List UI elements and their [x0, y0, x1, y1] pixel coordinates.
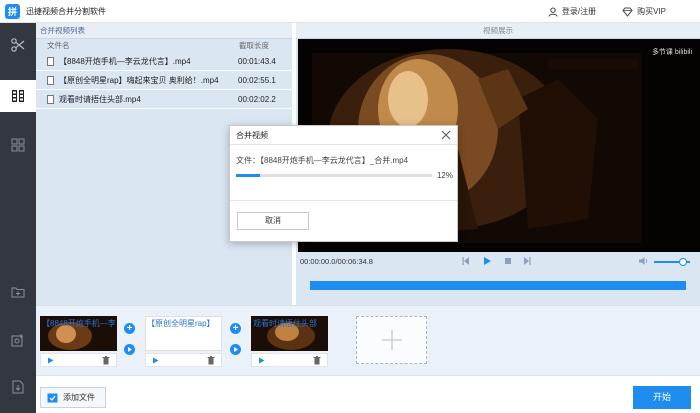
column-filename: 文件名	[47, 41, 70, 50]
dialog-file-label: 文件：【8848开炮手机—李云龙代言】_合并.mp4	[236, 156, 409, 165]
file-duration: 00:02:02.2	[238, 94, 276, 104]
sidebar-item-grid[interactable]	[0, 129, 36, 161]
clip-transition-play-button[interactable]	[124, 344, 135, 355]
buy-vip-label: 购买VIP	[637, 7, 666, 16]
file-row[interactable]: 【原创全明星rap】嗨起来宝贝 奥利给！.mp4 00:02:55.1	[36, 71, 292, 90]
add-clip-slot[interactable]	[356, 316, 427, 364]
grid-icon	[11, 138, 25, 152]
file-row[interactable]: 【8848开炮手机—李云龙代言】.mp4 00:01:43.4	[36, 52, 292, 71]
file-icon	[47, 75, 54, 85]
file-download-icon	[12, 380, 24, 394]
file-duration: 00:02:55.1	[238, 75, 276, 85]
sidebar-item-settings[interactable]	[0, 324, 36, 356]
insert-clip-button[interactable]: +	[124, 323, 135, 334]
prev-frame-icon[interactable]	[461, 256, 471, 266]
video-controls: 00:00:00.0/00:06:34.8	[296, 252, 700, 271]
file-name: 【8848开炮手机—李云龙代言】.mp4	[59, 56, 191, 66]
add-file-icon	[47, 393, 58, 402]
video-watermark: 多节课 bilibili	[651, 49, 692, 56]
login-button[interactable]: 登录/注册	[548, 6, 596, 17]
sidebar-item-merge[interactable]	[0, 80, 36, 112]
merge-progress-fill	[236, 174, 260, 177]
clip-label: 观看时请捂住头部	[253, 319, 317, 328]
file-icon	[47, 94, 54, 104]
video-preview-heading: 视频展示	[296, 23, 700, 39]
trash-icon[interactable]	[102, 356, 110, 365]
volume-slider-knob[interactable]	[678, 258, 687, 266]
stop-icon[interactable]	[503, 256, 513, 266]
start-button[interactable]: 开始	[633, 386, 691, 409]
sidebar	[0, 23, 36, 413]
scissors-icon	[11, 38, 25, 52]
bottom-bar: 添加文件 开始	[36, 375, 700, 413]
play-icon	[128, 347, 132, 352]
file-icon	[47, 56, 54, 66]
file-row[interactable]: 观看时请捂住头部.mp4 00:02:02.2	[36, 90, 292, 109]
sidebar-item-export[interactable]	[0, 371, 36, 403]
play-icon[interactable]	[482, 256, 492, 266]
timeline-clip[interactable]: 【原创全明星rap】	[145, 316, 222, 369]
file-list-header: 文件名 截取长度	[36, 39, 292, 52]
close-icon[interactable]	[441, 130, 451, 140]
next-frame-icon[interactable]	[522, 256, 532, 266]
merge-progress-bar	[236, 174, 432, 177]
dialog-title: 合并视频	[230, 126, 457, 145]
file-duration: 00:01:43.4	[238, 56, 276, 66]
volume-icon[interactable]	[638, 256, 649, 266]
timeline-clip[interactable]: 观看时请捂住头部	[251, 316, 328, 369]
insert-clip-button[interactable]: +	[230, 323, 241, 334]
timeline-clip[interactable]: 【8848开炮手机—李	[40, 316, 117, 369]
clip-label: 【原创全明星rap】	[147, 319, 215, 328]
play-icon[interactable]	[152, 357, 159, 364]
play-icon[interactable]	[47, 357, 54, 364]
merge-progress-text: 12%	[436, 171, 453, 180]
sidebar-item-split[interactable]	[0, 29, 36, 61]
folder-plus-icon	[11, 287, 25, 298]
user-icon	[548, 7, 558, 17]
trash-icon[interactable]	[313, 356, 321, 365]
login-label: 登录/注册	[561, 7, 597, 16]
buy-vip-button[interactable]: 购买VIP	[622, 6, 666, 17]
video-seek-bar[interactable]	[310, 281, 686, 290]
volume-slider[interactable]	[654, 258, 690, 266]
file-name: 【原创全明星rap】嗨起来宝贝 奥利给！.mp4	[59, 75, 219, 85]
dialog-divider	[230, 200, 457, 201]
video-timecode: 00:00:00.0/00:06:34.8	[300, 257, 373, 266]
app-logo: 拼	[5, 3, 20, 19]
title-bar: 拼 迅捷视频合并分割软件 登录/注册 购买VIP	[0, 0, 700, 23]
merge-dialog: 合并视频 文件：【8848开炮手机—李云龙代言】_合并.mp4 12% 取消	[229, 125, 458, 242]
diamond-icon	[622, 7, 633, 17]
sidebar-item-add-folder[interactable]	[0, 276, 36, 308]
clip-timeline: 【8848开炮手机—李 + 【原创全明星rap】 + 观看时请捂住头部	[36, 305, 700, 375]
file-name: 观看时请捂住头部.mp4	[59, 94, 141, 104]
add-file-label: 添加文件	[63, 393, 95, 402]
cancel-button[interactable]: 取消	[237, 212, 309, 230]
clip-transition-play-button[interactable]	[230, 344, 241, 355]
gear-file-icon	[11, 334, 23, 347]
film-merge-icon	[12, 90, 24, 102]
column-duration: 截取长度	[239, 41, 269, 50]
add-file-button[interactable]: 添加文件	[40, 387, 106, 408]
play-icon	[234, 347, 238, 352]
app-title: 迅捷视频合并分割软件	[26, 6, 106, 16]
plus-icon	[381, 330, 402, 350]
merge-list-heading: 合并视频列表	[36, 23, 292, 39]
play-icon[interactable]	[258, 357, 265, 364]
trash-icon[interactable]	[207, 356, 215, 365]
clip-label: 【8848开炮手机—李	[42, 319, 116, 328]
